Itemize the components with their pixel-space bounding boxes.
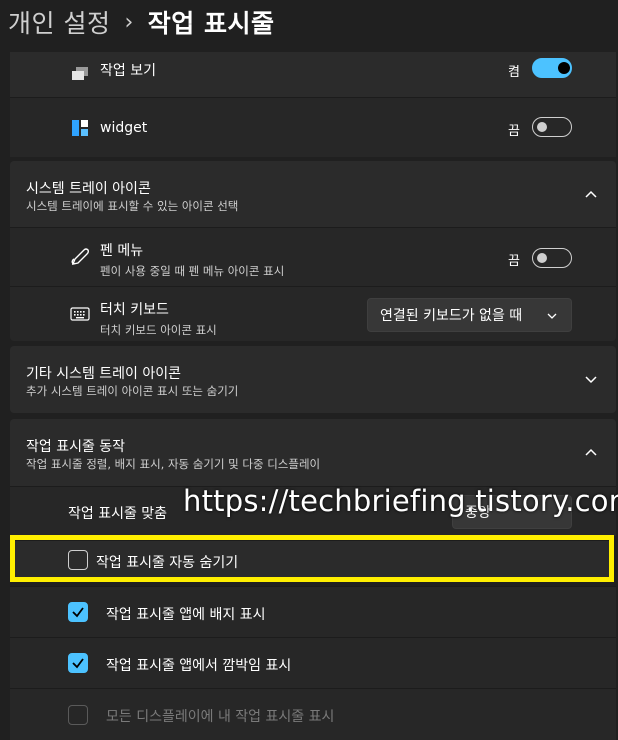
system-tray-subtitle: 시스템 트레이에 표시할 수 있는 아이콘 선택 — [26, 199, 239, 213]
all-displays-row: 모든 디스플레이에 내 작업 표시줄 표시 — [10, 688, 616, 740]
all-displays-label: 모든 디스플레이에 내 작업 표시줄 표시 — [106, 709, 335, 725]
other-tray-title: 기타 시스템 트레이 아이콘 — [26, 366, 182, 382]
touch-keyboard-subtitle: 터치 키보드 아이콘 표시 — [100, 323, 217, 337]
system-tray-title: 시스템 트레이 아이콘 — [26, 181, 151, 197]
flashing-checkbox[interactable] — [68, 653, 88, 673]
other-tray-header[interactable]: 기타 시스템 트레이 아이콘 추가 시스템 트레이 아이콘 표시 또는 숨기기 — [10, 346, 616, 413]
pen-menu-state: 끔 — [508, 254, 520, 269]
task-view-state: 켬 — [508, 65, 520, 80]
chevron-up-icon[interactable] — [584, 445, 598, 459]
page-title: 작업 표시줄 — [147, 9, 275, 38]
breadcrumb: 개인 설정 › 작업 표시줄 — [8, 0, 274, 44]
widgets-label: widget — [100, 120, 148, 136]
task-view-icon — [70, 64, 90, 84]
pen-menu-row: 펜 메뉴 펜이 사용 중일 때 펜 메뉴 아이콘 표시 끔 — [10, 227, 616, 286]
pen-menu-toggle[interactable] — [532, 248, 572, 268]
badges-row[interactable]: 작업 표시줄 앱에 배지 표시 — [10, 586, 616, 637]
system-tray-header[interactable]: 시스템 트레이 아이콘 시스템 트레이에 표시할 수 있는 아이콘 선택 — [10, 161, 616, 227]
task-view-label: 작업 보기 — [100, 63, 156, 79]
pen-menu-title: 펜 메뉴 — [100, 243, 144, 259]
watermark-text: https://techbriefing.tistory.com — [183, 484, 618, 518]
all-displays-checkbox — [68, 705, 88, 725]
toggle-knob — [558, 62, 570, 74]
pen-menu-labels: 펜 메뉴 펜이 사용 중일 때 펜 메뉴 아이콘 표시 — [100, 240, 284, 279]
task-view-row: 작업 보기 켬 — [10, 52, 616, 97]
checkmark-icon — [72, 658, 84, 669]
toggle-knob — [537, 122, 547, 132]
toggle-knob — [537, 253, 547, 263]
touch-keyboard-title: 터치 키보드 — [100, 302, 169, 318]
breadcrumb-separator-icon: › — [124, 9, 134, 35]
taskbar-alignment-label: 작업 표시줄 맞춤 — [68, 506, 168, 522]
touch-keyboard-dropdown[interactable]: 연결된 키보드가 없을 때 — [367, 298, 572, 332]
widgets-toggle[interactable] — [532, 117, 572, 137]
badges-checkbox[interactable] — [68, 602, 88, 622]
pen-menu-subtitle: 펜이 사용 중일 때 펜 메뉴 아이콘 표시 — [100, 264, 285, 278]
checkmark-icon — [72, 607, 84, 618]
taskbar-behavior-title: 작업 표시줄 동작 — [26, 439, 126, 455]
auto-hide-checkbox[interactable] — [68, 550, 88, 570]
chevron-down-icon — [547, 313, 557, 319]
task-view-toggle[interactable] — [532, 58, 572, 78]
breadcrumb-parent[interactable]: 개인 설정 — [8, 4, 110, 40]
flashing-row[interactable]: 작업 표시줄 앱에서 깜박임 표시 — [10, 637, 616, 688]
taskbar-behavior-subtitle: 작업 표시줄 정렬, 배지 표시, 자동 숨기기 및 다중 디스플레이 — [26, 457, 321, 471]
keyboard-icon — [70, 304, 90, 324]
touch-keyboard-row: 터치 키보드 터치 키보드 아이콘 표시 연결된 키보드가 없을 때 — [10, 286, 616, 341]
pen-icon — [70, 247, 90, 267]
widgets-icon — [70, 118, 90, 138]
chevron-up-icon[interactable] — [584, 187, 598, 201]
touch-keyboard-labels: 터치 키보드 터치 키보드 아이콘 표시 — [100, 299, 217, 338]
auto-hide-label: 작업 표시줄 자동 숨기기 — [96, 555, 239, 571]
auto-hide-row[interactable]: 작업 표시줄 자동 숨기기 — [15, 540, 609, 577]
other-tray-subtitle: 추가 시스템 트레이 아이콘 표시 또는 숨기기 — [26, 384, 239, 398]
taskbar-behavior-header[interactable]: 작업 표시줄 동작 작업 표시줄 정렬, 배지 표시, 자동 숨기기 및 다중 … — [10, 419, 616, 486]
touch-keyboard-dropdown-value: 연결된 키보드가 없을 때 — [380, 308, 523, 324]
flashing-label: 작업 표시줄 앱에서 깜박임 표시 — [106, 658, 292, 674]
badges-label: 작업 표시줄 앱에 배지 표시 — [106, 607, 266, 623]
widgets-state: 끔 — [508, 124, 520, 139]
widgets-row: widget 끔 — [10, 97, 616, 157]
chevron-down-icon[interactable] — [584, 372, 598, 386]
